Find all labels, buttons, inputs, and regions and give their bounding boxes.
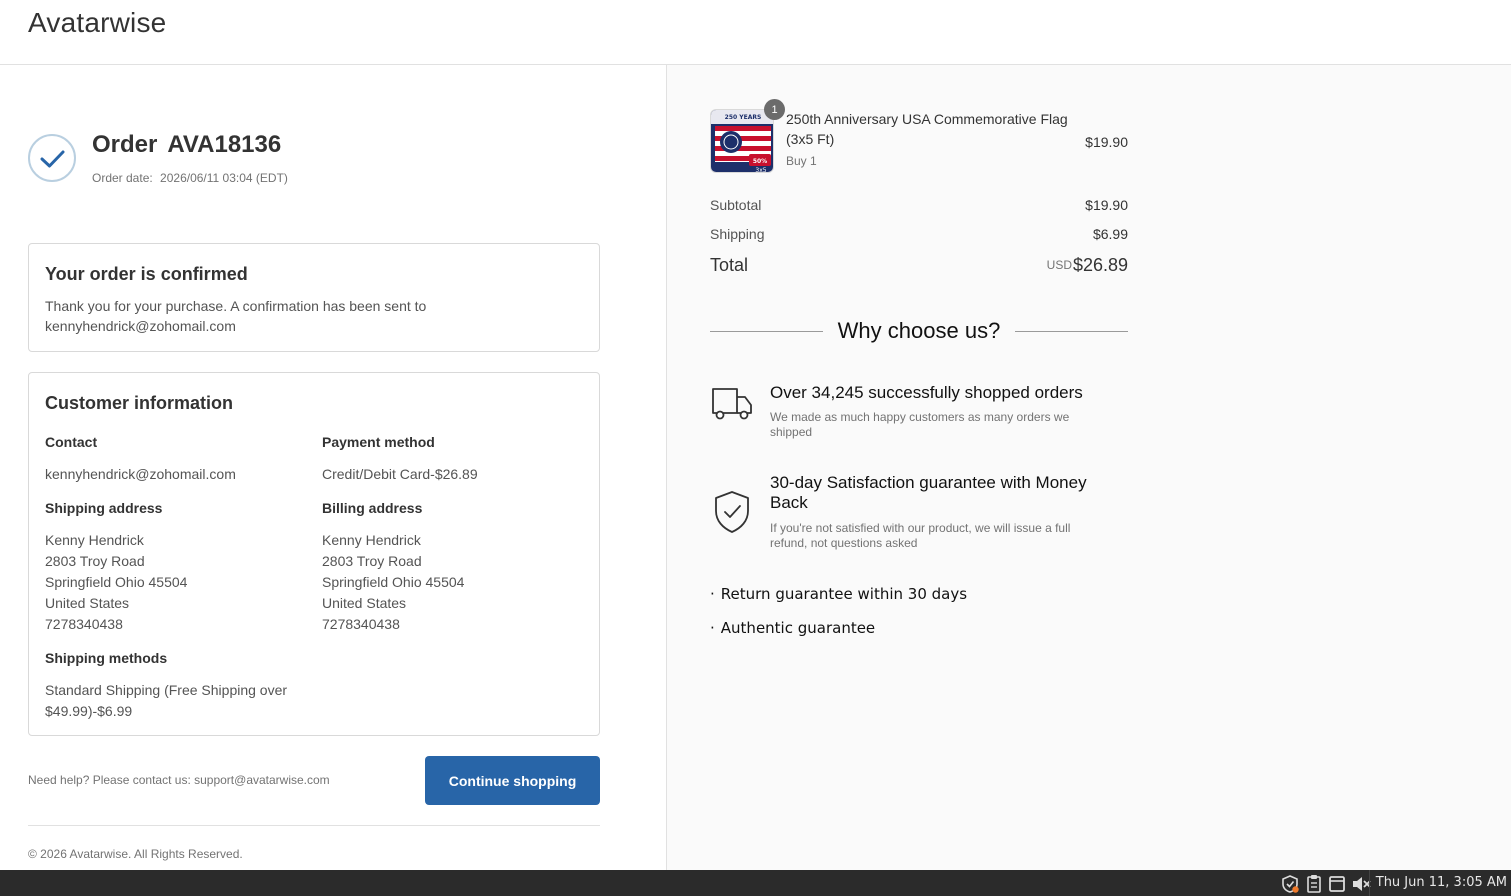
shipping-address-line: 7278340438: [45, 616, 123, 632]
billing-address-line: Springfield Ohio 45504: [322, 574, 465, 590]
window-tray-icon[interactable]: [1328, 874, 1346, 894]
truck-icon: [712, 388, 752, 420]
feature-description: If you're not satisfied with our product…: [770, 521, 1110, 551]
shipping-amount: $6.99: [1092, 226, 1128, 242]
product-name: 250th Anniversary USA Commemorative Flag…: [786, 109, 1086, 149]
feature-description-line: refund, not questions asked: [770, 536, 918, 550]
feature-title-line: Back: [770, 493, 808, 512]
contact-label: Contact: [45, 434, 98, 450]
payment-method-value: Credit/Debit Card-$26.89: [322, 466, 478, 482]
copyright-text: © 2026 Avatarwise. All Rights Reserved.: [28, 847, 243, 861]
customer-information-title: Customer information: [45, 393, 234, 413]
subtotal-label: Subtotal: [710, 197, 762, 213]
order-number: AVA18136: [167, 131, 282, 158]
shipping-address-line: Kenny Hendrick: [45, 532, 144, 548]
why-choose-us-heading: Why choose us?: [710, 318, 1128, 348]
payment-method-section: Payment method Credit/Debit Card-$26.89: [322, 434, 582, 485]
product-thumbnail: 250 YEARS 50% 3x5: [710, 109, 774, 173]
confirmation-text-line: Thank you for your purchase. A confirmat…: [45, 298, 427, 314]
feature-description-line: shipped: [770, 425, 813, 439]
order-confirmed-title: Your order is confirmed: [45, 264, 248, 284]
shipping-row: Shipping $6.99: [710, 226, 1128, 242]
feature-description-line: If you're not satisfied with our product…: [770, 521, 1071, 535]
shipping-method-line: $49.99)-$6.99: [45, 703, 133, 719]
order-date-label: Order date:: [92, 171, 153, 185]
billing-address-line: 2803 Troy Road: [322, 553, 422, 569]
help-contact-text: Need help? Please contact us: support@av…: [28, 773, 330, 787]
order-date: Order date: 2026/06/11 03:04 (EDT): [92, 171, 288, 185]
billing-address-section: Billing address Kenny Hendrick 2803 Troy…: [322, 500, 582, 635]
thumb-discount-text: 50%: [753, 158, 767, 165]
order-confirmed-check-icon: [28, 134, 76, 182]
order-summary-panel: 250 YEARS 50% 3x5 1 250th Anniversary US…: [667, 65, 1511, 870]
customer-information-box: Customer information Contact kennyhendri…: [28, 372, 600, 736]
contact-email: kennyhendrick@zohomail.com: [45, 466, 236, 482]
clipboard-tray-icon[interactable]: [1305, 874, 1323, 894]
feature-description: We made as much happy customers as many …: [770, 410, 1110, 440]
order-label: Order: [92, 131, 158, 158]
product-name-line: 250th Anniversary USA Commemorative Flag: [786, 111, 1068, 127]
order-date-value: 2026/06/11 03:04 (EDT): [160, 171, 288, 185]
billing-address-line: United States: [322, 595, 407, 611]
shipping-methods-section: Shipping methods Standard Shipping (Free…: [45, 650, 345, 722]
billing-address-line: 7278340438: [322, 616, 400, 632]
product-variant: Buy 1: [786, 154, 817, 168]
feature-title-line: 30-day Satisfaction guarantee with Money: [770, 473, 1087, 492]
shipping-address-line: Springfield Ohio 45504: [45, 574, 188, 590]
heading-rule-right: [1015, 331, 1128, 332]
shield-check-icon: [715, 491, 749, 533]
taskbar-clock[interactable]: Thu Jun 11, 3:05 AM: [1368, 870, 1507, 896]
bullet-authentic-guarantee: · Authentic guarantee: [710, 619, 876, 637]
billing-address-line: Kenny Hendrick: [322, 532, 421, 548]
feature-title: Over 34,245 successfully shopped orders: [770, 383, 1083, 402]
confirmation-email: kennyhendrick@zohomail.com: [45, 318, 236, 334]
order-details-panel: Order AVA18136 Order date: 2026/06/11 03:…: [0, 65, 667, 870]
subtotal-row: Subtotal $19.90: [710, 197, 1128, 213]
continue-shopping-button[interactable]: Continue shopping: [425, 756, 600, 805]
order-title: Order AVA18136: [92, 131, 281, 159]
site-header: Avatarwise: [0, 0, 1511, 65]
security-shield-tray-icon[interactable]: [1280, 874, 1300, 894]
shipping-address-label: Shipping address: [45, 500, 163, 516]
order-confirmed-box: Your order is confirmed Thank you for yo…: [28, 243, 600, 352]
shipping-address-section: Shipping address Kenny Hendrick 2803 Tro…: [45, 500, 305, 635]
total-label: Total: [710, 255, 749, 275]
total-amount: $26.89: [1072, 255, 1128, 275]
billing-address-label: Billing address: [322, 500, 423, 516]
feature-description-line: We made as much happy customers as many …: [770, 410, 1070, 424]
quantity-badge: 1: [764, 99, 785, 120]
total-currency: USD: [1046, 258, 1072, 272]
feature-guarantee: 30-day Satisfaction guarantee with Money…: [710, 473, 1130, 553]
subtotal-amount: $19.90: [1085, 197, 1128, 213]
product-price: $19.90: [1085, 134, 1128, 150]
product-name-line: (3x5 Ft): [786, 131, 835, 147]
payment-method-label: Payment method: [322, 434, 435, 450]
thumb-banner-text: 250 YEARS: [725, 114, 762, 121]
bullet-text: Return guarantee within 30 days: [720, 585, 968, 603]
total-row: Total USD $26.89: [710, 255, 1128, 276]
flag-product-image: 250 YEARS 50% 3x5: [711, 110, 773, 173]
feature-orders: Over 34,245 successfully shopped orders …: [710, 383, 1130, 443]
contact-section: Contact kennyhendrick@zohomail.com: [45, 434, 305, 485]
shipping-label: Shipping: [710, 226, 765, 242]
shipping-method-line: Standard Shipping (Free Shipping over: [45, 682, 288, 698]
bullet-return-guarantee: · Return guarantee within 30 days: [710, 585, 968, 603]
shipping-address-line: United States: [45, 595, 130, 611]
system-taskbar: Thu Jun 11, 3:05 AM: [0, 870, 1511, 896]
bullet-text: Authentic guarantee: [720, 619, 876, 637]
shipping-methods-label: Shipping methods: [45, 650, 168, 666]
brand-logo[interactable]: Avatarwise: [28, 7, 166, 39]
order-confirmed-message: Thank you for your purchase. A confirmat…: [45, 296, 465, 336]
footer-divider: [28, 825, 600, 826]
thumb-size-text: 3x5: [755, 167, 766, 173]
shipping-address-line: 2803 Troy Road: [45, 553, 145, 569]
feature-title: 30-day Satisfaction guarantee with Money…: [770, 473, 1120, 513]
